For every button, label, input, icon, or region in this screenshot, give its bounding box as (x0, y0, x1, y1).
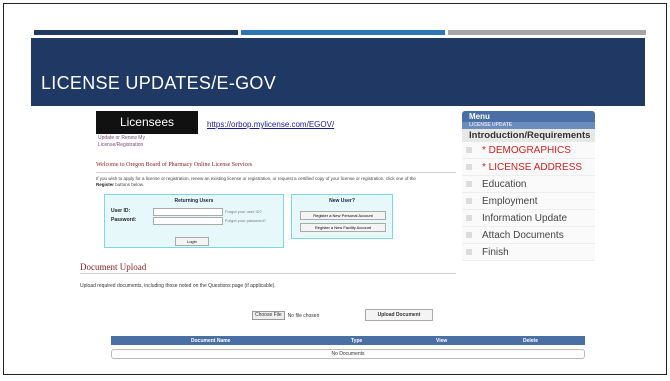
step-icon (466, 232, 472, 238)
step-icon (466, 249, 472, 255)
slide: LICENSE UPDATES/E-GOV Licensees Update o… (3, 3, 667, 375)
file-chooser: Choose File No file chosen (252, 311, 319, 320)
license-update-menu: Menu LICENSE UPDATE Introduction/Require… (462, 111, 595, 265)
menu-item-label: Attach Documents (482, 229, 564, 241)
intro-text-main: If you wish to apply for a license or re… (96, 176, 416, 181)
menu-header: Menu (462, 111, 595, 122)
slide-title: LICENSE UPDATES/E-GOV (41, 73, 277, 93)
renew-license-link[interactable]: Update or Renew My License/Registration (98, 135, 158, 149)
upload-document-button[interactable]: Upload Document (365, 309, 433, 321)
step-icon (466, 181, 472, 187)
choose-file-button[interactable]: Choose File (252, 311, 285, 320)
document-upload-heading: Document Upload (80, 262, 147, 272)
no-file-chosen-text: No file chosen (287, 312, 320, 319)
menu-item-introduction[interactable]: Introduction/Requirements (462, 129, 595, 142)
documents-table-header: Document Name Type View Delete (111, 336, 585, 345)
forgot-password-link[interactable]: Forgot your password? (225, 218, 266, 223)
title-bar: LICENSE UPDATES/E-GOV (31, 38, 645, 106)
new-user-header: New User? (329, 198, 355, 204)
column-view: View (436, 338, 448, 344)
step-icon (466, 147, 472, 153)
menu-item-label: * LICENSE ADDRESS (482, 161, 583, 173)
menu-item-information-update[interactable]: Information Update (462, 210, 595, 227)
userid-label: User ID: (111, 208, 131, 214)
step-icon (466, 198, 472, 204)
login-button[interactable]: Login (175, 237, 209, 246)
menu-item-label: Finish (482, 246, 509, 258)
top-accent-bars (34, 30, 646, 35)
menu-item-license-address[interactable]: * LICENSE ADDRESS (462, 159, 595, 176)
accent-bar-1 (34, 30, 238, 35)
column-document-name: Document Name (191, 338, 231, 344)
intro-text-tail: buttons below. (115, 182, 145, 187)
menu-item-label: Employment (482, 195, 538, 207)
menu-item-finish[interactable]: Finish (462, 244, 595, 261)
divider (96, 172, 456, 173)
accent-bar-3 (448, 30, 646, 35)
column-type: Type (351, 338, 363, 344)
step-icon (466, 164, 472, 170)
forgot-userid-link[interactable]: Forgot your user ID? (225, 209, 262, 214)
register-personal-button[interactable]: Register a New Personal Account (300, 211, 386, 220)
password-label: Password: (111, 217, 137, 223)
password-input[interactable] (153, 217, 223, 225)
intro-text: If you wish to apply for a license or re… (96, 176, 426, 188)
returning-users-panel: Returning Users User ID: Forgot your use… (104, 194, 284, 248)
step-icon (466, 215, 472, 221)
register-facility-button[interactable]: Register a New Facility Account (300, 223, 386, 232)
menu-item-label: Information Update (482, 212, 568, 224)
new-user-panel: New User? Register a New Personal Accoun… (291, 194, 393, 239)
column-delete: Delete (523, 338, 539, 344)
menu-subheader: LICENSE UPDATE (462, 122, 595, 129)
intro-register-word: Register (96, 182, 115, 187)
egov-url-link[interactable]: https://orbop.mylicense.com/EGOV/ (207, 120, 334, 129)
menu-item-label: Education (482, 178, 527, 190)
menu-item-label: * DEMOGRAPHICS (482, 144, 571, 156)
divider (80, 273, 456, 274)
menu-item-employment[interactable]: Employment (462, 193, 595, 210)
documents-table-empty-row: No Documents (111, 349, 585, 359)
upload-instructions: Upload required documents, including tho… (80, 283, 276, 289)
menu-item-attach-documents[interactable]: Attach Documents (462, 227, 595, 244)
menu-item-education[interactable]: Education (462, 176, 595, 193)
menu-item-demographics[interactable]: * DEMOGRAPHICS (462, 142, 595, 159)
returning-users-header: Returning Users (174, 198, 214, 204)
accent-bar-2 (241, 30, 445, 35)
licensees-banner: Licensees (96, 111, 198, 134)
userid-input[interactable] (153, 208, 223, 216)
welcome-heading: Welcome to Oregon Board of Pharmacy Onli… (96, 162, 253, 168)
